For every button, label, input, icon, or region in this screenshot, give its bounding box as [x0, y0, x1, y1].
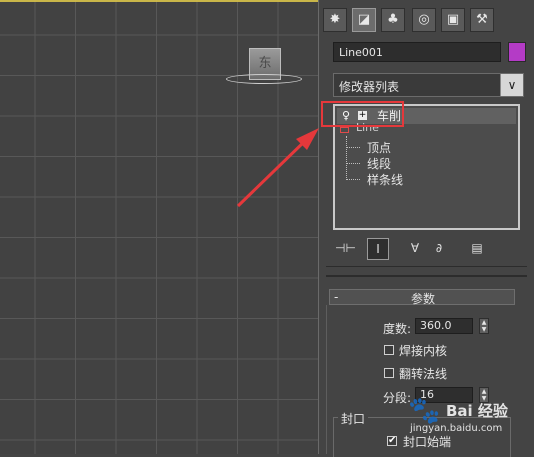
annotation-highlight-box	[321, 101, 404, 127]
subobject-segment[interactable]: 线段	[367, 155, 391, 172]
viewcube-compass-ring[interactable]	[226, 74, 302, 84]
flip-normals-label: 翻转法线	[399, 367, 448, 381]
motion-icon: ◎	[418, 12, 430, 27]
modifier-list-dropdown[interactable]: 修改器列表 ∨	[333, 73, 524, 97]
modify-icon: ◪	[357, 12, 371, 27]
object-name-field[interactable]: Line001	[333, 42, 501, 62]
parameters-rollout-header[interactable]: - 参数	[329, 289, 515, 306]
tree-line	[346, 136, 347, 180]
cap-start-checkbox[interactable]: ✔	[387, 436, 397, 446]
show-end-result-icon[interactable]: Ⅰ	[367, 238, 389, 260]
chevron-down-icon[interactable]: ∨	[500, 74, 523, 96]
spinner-up-icon[interactable]: ▲	[480, 319, 488, 326]
tab-hierarchy[interactable]: ♣	[381, 8, 405, 32]
subobject-spline[interactable]: 样条线	[367, 171, 403, 188]
tree-branch	[346, 179, 360, 180]
pin-stack-icon[interactable]: ⊣⊢	[335, 238, 356, 258]
flip-normals-checkbox[interactable]	[384, 368, 394, 378]
object-color-swatch[interactable]	[508, 42, 526, 62]
stack-toolbar: ⊣⊢ Ⅰ ∀ ∂ ▤	[333, 238, 493, 260]
tab-motion[interactable]: ◎	[412, 8, 436, 32]
tree-branch	[346, 163, 360, 164]
utilities-icon: ⚒	[476, 12, 488, 27]
subobject-vertex[interactable]: 顶点	[367, 139, 391, 156]
segments-label: 分段:	[383, 391, 412, 405]
make-unique-icon[interactable]: ∀	[405, 238, 425, 258]
display-icon: ▣	[446, 12, 460, 27]
spinner-down-icon[interactable]: ▼	[480, 326, 488, 333]
collapse-minus-icon[interactable]	[340, 127, 349, 133]
hierarchy-icon: ♣	[387, 12, 399, 27]
paw-logo-icon: 🐾	[408, 396, 441, 426]
tab-modify[interactable]: ◪	[352, 8, 376, 32]
remove-modifier-icon[interactable]: ∂	[429, 238, 449, 258]
configure-sets-icon[interactable]: ▤	[467, 238, 487, 258]
baidu-watermark: 🐾 Bai 经验 jingyan.baidu.com	[408, 396, 532, 446]
create-icon: ✸	[329, 12, 341, 27]
tab-create[interactable]: ✸	[323, 8, 347, 32]
tree-branch	[346, 147, 360, 148]
watermark-text: Bai 经验	[446, 402, 508, 420]
modifier-list-label: 修改器列表	[339, 80, 400, 94]
tab-display[interactable]: ▣	[441, 8, 465, 32]
divider	[326, 275, 527, 277]
degrees-label: 度数:	[383, 322, 412, 336]
weld-core-checkbox[interactable]	[384, 345, 394, 355]
degrees-spinner[interactable]: ▲ ▼	[479, 318, 489, 334]
spinner-up-icon[interactable]: ▲	[480, 388, 488, 395]
viewport-active-border	[0, 0, 318, 6]
divider	[326, 266, 527, 267]
capping-title: 封口	[338, 410, 369, 427]
checkmark-icon: ✔	[388, 435, 397, 446]
watermark-url: jingyan.baidu.com	[410, 423, 503, 434]
degrees-field[interactable]: 360.0	[415, 318, 473, 334]
tab-utilities[interactable]: ⚒	[470, 8, 494, 32]
viewport-grid[interactable]: 东	[0, 0, 319, 454]
weld-core-label: 焊接内核	[399, 344, 448, 358]
